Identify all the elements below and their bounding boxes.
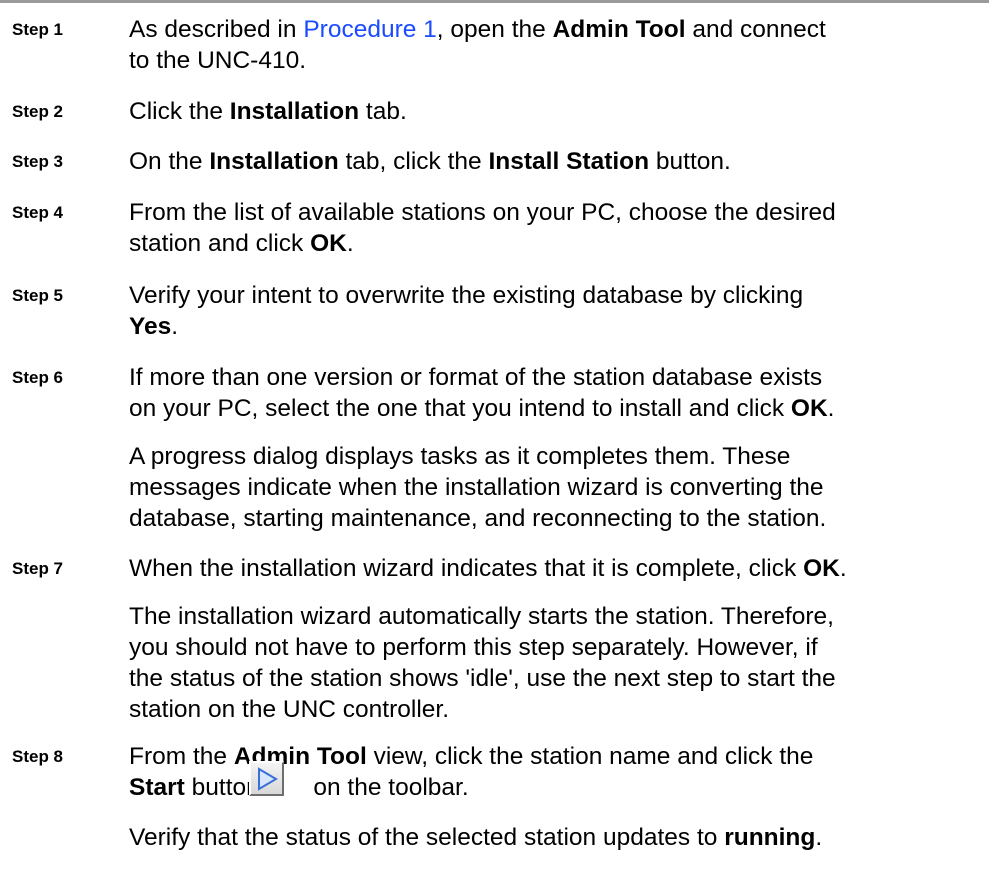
step-label: Step 7: [12, 559, 64, 578]
step-text: On the Installation tab, click the Insta…: [129, 148, 731, 175]
step-text: From the list of available stations on y…: [129, 199, 836, 257]
toolbar-start-button[interactable]: [249, 761, 284, 796]
top-rule: [0, 0, 989, 3]
step-text: Click the Installation tab.: [129, 98, 407, 125]
step-label: Step 1: [12, 20, 64, 39]
step-8-note: Verify that the status of the selected s…: [129, 824, 823, 851]
step-text: Verify your intent to overwrite the exis…: [129, 282, 804, 340]
procedure-1-link[interactable]: Procedure 1: [303, 16, 436, 43]
step-7-note: The installation wizard automatically st…: [129, 603, 836, 723]
play-icon: [258, 767, 278, 791]
step-6-note: A progress dialog displays tasks as it c…: [129, 443, 827, 532]
step-label: Step 8: [12, 747, 64, 766]
step-label: Step 3: [12, 152, 64, 171]
step-label: Step 6: [12, 368, 64, 387]
step-label: Step 5: [12, 286, 64, 305]
step-text: If more than one version or format of th…: [129, 364, 835, 422]
step-label: Step 2: [12, 102, 64, 121]
step-text: When the installation wizard indicates t…: [129, 555, 847, 582]
step-label: Step 4: [12, 203, 64, 222]
step-text: As described in Procedure 1, open the Ad…: [129, 16, 826, 74]
